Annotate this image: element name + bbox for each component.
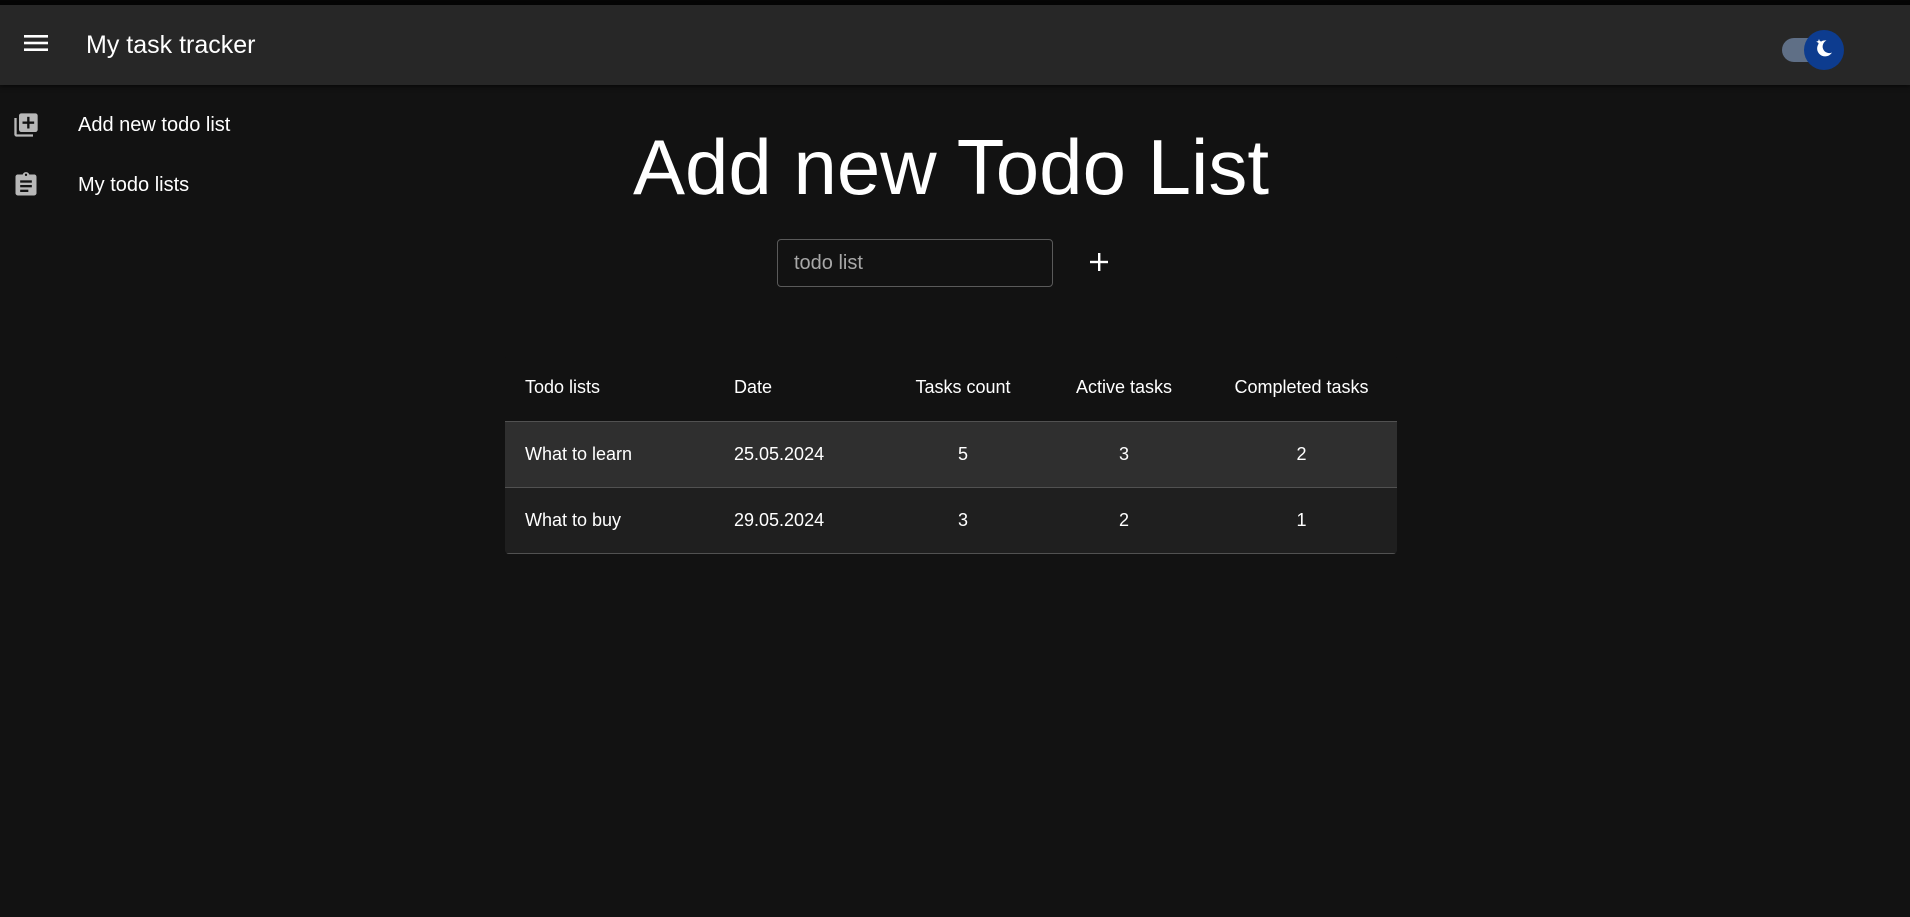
table-header-row: Todo lists Date Tasks count Active tasks…	[505, 355, 1397, 422]
table-row[interactable]: What to learn 25.05.2024 5 3 2	[505, 421, 1397, 488]
menu-button[interactable]	[16, 27, 56, 63]
table-row[interactable]: What to buy 29.05.2024 3 2 1	[505, 487, 1397, 554]
app-bar: My task tracker	[0, 5, 1910, 85]
column-header-tasks-count[interactable]: Tasks count	[884, 355, 1042, 422]
page-title: Add new Todo List	[633, 123, 1269, 211]
toggle-thumb	[1804, 30, 1844, 70]
theme-toggle-switch[interactable]	[1780, 30, 1844, 70]
moon-icon	[1811, 35, 1837, 66]
cell-active-tasks: 2	[1042, 487, 1206, 554]
todo-list-input[interactable]	[777, 239, 1053, 287]
cell-todo-list-name: What to learn	[505, 421, 714, 488]
add-todo-list-button[interactable]	[1078, 243, 1120, 285]
column-header-date[interactable]: Date	[714, 355, 884, 422]
cell-tasks-count: 5	[884, 421, 1042, 488]
column-header-todo-lists[interactable]: Todo lists	[505, 355, 714, 422]
cell-date: 25.05.2024	[714, 421, 884, 488]
cell-active-tasks: 3	[1042, 421, 1206, 488]
cell-todo-list-name: What to buy	[505, 487, 714, 554]
column-header-active-tasks[interactable]: Active tasks	[1042, 355, 1206, 422]
cell-completed-tasks: 1	[1206, 487, 1397, 554]
cell-completed-tasks: 2	[1206, 421, 1397, 488]
cell-tasks-count: 3	[884, 487, 1042, 554]
plus-icon	[1088, 251, 1110, 278]
app-title: My task tracker	[86, 31, 256, 59]
menu-icon	[23, 33, 49, 58]
todo-lists-table: Todo lists Date Tasks count Active tasks…	[505, 355, 1397, 554]
column-header-completed-tasks[interactable]: Completed tasks	[1206, 355, 1397, 422]
cell-date: 29.05.2024	[714, 487, 884, 554]
